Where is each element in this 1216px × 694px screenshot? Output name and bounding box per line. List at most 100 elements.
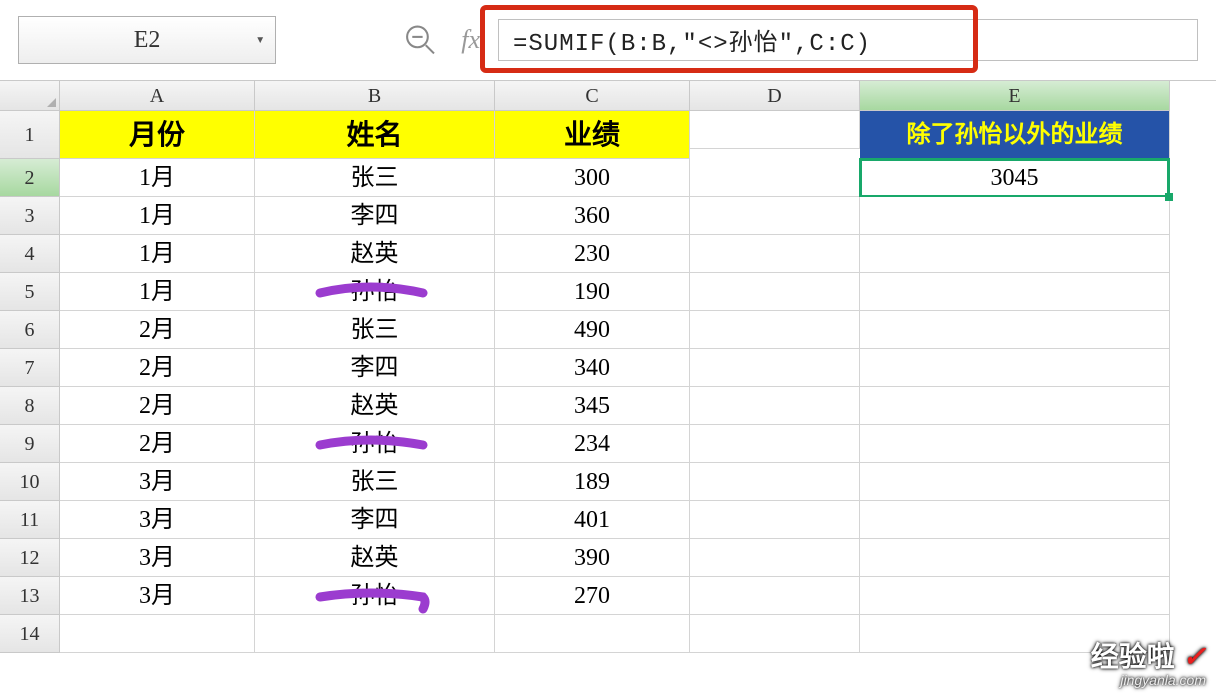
cell-A9[interactable]: 2月: [60, 425, 255, 463]
row-header-12[interactable]: 12: [0, 539, 60, 577]
watermark-check-icon: ✓: [1183, 641, 1206, 672]
cell-A7[interactable]: 2月: [60, 349, 255, 387]
cell-B13[interactable]: 孙怡: [255, 577, 495, 615]
spreadsheet-grid[interactable]: A B C D E 1 月份 姓名 业绩 除了孙怡以外的业绩 2 1月 张三 3…: [0, 80, 1216, 653]
cell-A12[interactable]: 3月: [60, 539, 255, 577]
column-header-B[interactable]: B: [255, 81, 495, 111]
row-header-2[interactable]: 2: [0, 159, 60, 197]
cell-B8[interactable]: 赵英: [255, 387, 495, 425]
cell-E2-active[interactable]: 3045: [860, 159, 1170, 197]
cell-D8[interactable]: [690, 387, 860, 425]
cell-D7[interactable]: [690, 349, 860, 387]
cell-A4[interactable]: 1月: [60, 235, 255, 273]
cell-B4[interactable]: 赵英: [255, 235, 495, 273]
cell-E13[interactable]: [860, 577, 1170, 615]
cell-C3[interactable]: 360: [495, 197, 690, 235]
cell-D12[interactable]: [690, 539, 860, 577]
row-header-8[interactable]: 8: [0, 387, 60, 425]
cell-A2[interactable]: 1月: [60, 159, 255, 197]
row-header-14[interactable]: 14: [0, 615, 60, 653]
cell-C5[interactable]: 190: [495, 273, 690, 311]
select-all-corner[interactable]: [0, 81, 60, 111]
column-header-A[interactable]: A: [60, 81, 255, 111]
name-box[interactable]: E2 ▼: [18, 16, 276, 64]
cell-B11[interactable]: 李四: [255, 501, 495, 539]
cell-E5[interactable]: [860, 273, 1170, 311]
cell-E6[interactable]: [860, 311, 1170, 349]
formula-bar-value: =SUMIF(B:B,"<>孙怡",C:C): [513, 22, 871, 58]
cell-D13[interactable]: [690, 577, 860, 615]
cell-B6[interactable]: 张三: [255, 311, 495, 349]
cell-E1[interactable]: 除了孙怡以外的业绩: [860, 111, 1170, 159]
cell-D11[interactable]: [690, 501, 860, 539]
row-header-5[interactable]: 5: [0, 273, 60, 311]
row-header-10[interactable]: 10: [0, 463, 60, 501]
cell-C11[interactable]: 401: [495, 501, 690, 539]
row-header-6[interactable]: 6: [0, 311, 60, 349]
cell-D5[interactable]: [690, 273, 860, 311]
cell-D9[interactable]: [690, 425, 860, 463]
row-header-9[interactable]: 9: [0, 425, 60, 463]
watermark-url: jingyanla.com: [1091, 673, 1206, 688]
cell-E12[interactable]: [860, 539, 1170, 577]
cell-B9[interactable]: 孙怡: [255, 425, 495, 463]
cell-C13[interactable]: 270: [495, 577, 690, 615]
row-header-13[interactable]: 13: [0, 577, 60, 615]
cell-A8[interactable]: 2月: [60, 387, 255, 425]
watermark: 经验啦 ✓ jingyanla.com: [1091, 642, 1206, 688]
zoom-out-icon[interactable]: [404, 23, 437, 57]
cell-E9[interactable]: [860, 425, 1170, 463]
cell-A13[interactable]: 3月: [60, 577, 255, 615]
cell-A6[interactable]: 2月: [60, 311, 255, 349]
cell-E7[interactable]: [860, 349, 1170, 387]
row-header-11[interactable]: 11: [0, 501, 60, 539]
cell-C12[interactable]: 390: [495, 539, 690, 577]
column-header-D[interactable]: D: [690, 81, 860, 111]
cell-A14[interactable]: [60, 615, 255, 653]
cell-B12[interactable]: 赵英: [255, 539, 495, 577]
cell-E8[interactable]: [860, 387, 1170, 425]
cell-E11[interactable]: [860, 501, 1170, 539]
cell-B10[interactable]: 张三: [255, 463, 495, 501]
cell-C9[interactable]: 234: [495, 425, 690, 463]
fx-label[interactable]: fx: [461, 25, 480, 55]
column-header-C[interactable]: C: [495, 81, 690, 111]
cell-B3[interactable]: 李四: [255, 197, 495, 235]
row-header-1[interactable]: 1: [0, 111, 60, 159]
cell-C10[interactable]: 189: [495, 463, 690, 501]
cell-C2[interactable]: 300: [495, 159, 690, 197]
cell-D2[interactable]: [690, 159, 860, 197]
cell-B1[interactable]: 姓名: [255, 111, 495, 159]
cell-C1[interactable]: 业绩: [495, 111, 690, 159]
cell-C4[interactable]: 230: [495, 235, 690, 273]
cell-A10[interactable]: 3月: [60, 463, 255, 501]
row-header-7[interactable]: 7: [0, 349, 60, 387]
row-header-3[interactable]: 3: [0, 197, 60, 235]
cell-D4[interactable]: [690, 235, 860, 273]
cell-E10[interactable]: [860, 463, 1170, 501]
row-header-4[interactable]: 4: [0, 235, 60, 273]
cell-B7[interactable]: 李四: [255, 349, 495, 387]
cell-B14[interactable]: [255, 615, 495, 653]
cell-D1[interactable]: [690, 111, 860, 149]
cell-E4[interactable]: [860, 235, 1170, 273]
cell-A1[interactable]: 月份: [60, 111, 255, 159]
cell-B5[interactable]: 孙怡: [255, 273, 495, 311]
cell-D6[interactable]: [690, 311, 860, 349]
formula-bar[interactable]: =SUMIF(B:B,"<>孙怡",C:C): [498, 19, 1198, 61]
cell-C6[interactable]: 490: [495, 311, 690, 349]
cell-D14[interactable]: [690, 615, 860, 653]
cell-D3[interactable]: [690, 197, 860, 235]
cell-A3[interactable]: 1月: [60, 197, 255, 235]
cell-B2[interactable]: 张三: [255, 159, 495, 197]
cell-E3[interactable]: [860, 197, 1170, 235]
name-box-caret-icon: ▼: [255, 35, 265, 46]
cell-D10[interactable]: [690, 463, 860, 501]
name-box-value: E2: [134, 27, 161, 54]
column-header-E[interactable]: E: [860, 81, 1170, 111]
cell-C8[interactable]: 345: [495, 387, 690, 425]
cell-C14[interactable]: [495, 615, 690, 653]
cell-A5[interactable]: 1月: [60, 273, 255, 311]
cell-C7[interactable]: 340: [495, 349, 690, 387]
cell-A11[interactable]: 3月: [60, 501, 255, 539]
